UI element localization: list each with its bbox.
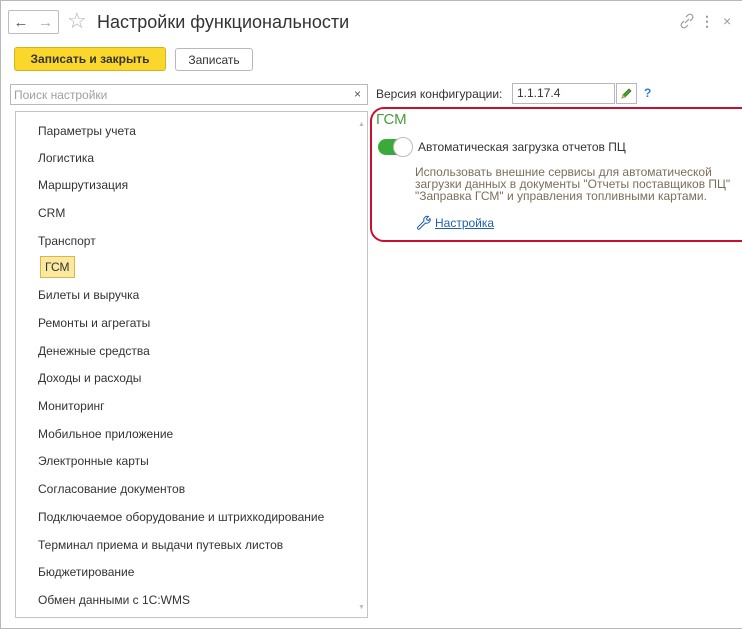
- page-title: Настройки функциональности: [97, 12, 350, 32]
- edit-version-button[interactable]: [616, 83, 637, 104]
- list-item[interactable]: Ремонты и агрегаты: [38, 313, 150, 333]
- search-input[interactable]: [11, 85, 341, 104]
- section-title: ГСМ: [376, 111, 407, 128]
- pencil-icon: [621, 88, 632, 99]
- title-bar: ← → ☆ Настройки функциональности ⋮ ×: [1, 1, 742, 41]
- clear-icon[interactable]: ×: [354, 87, 361, 101]
- list-item[interactable]: Обмен данными с 1С:WMS: [38, 590, 190, 610]
- list-item[interactable]: Параметры учета: [38, 121, 136, 141]
- section-description: Использовать внешние сервисы для автомат…: [415, 166, 742, 202]
- config-version-label: Версия конфигурации:: [376, 87, 503, 101]
- back-button[interactable]: ←: [8, 10, 34, 34]
- settings-list[interactable]: ▲ Параметры учета Логистика Маршрутизаци…: [15, 111, 368, 618]
- arrow-right-icon: →: [38, 13, 53, 31]
- link-icon[interactable]: [679, 13, 695, 32]
- list-item[interactable]: Логистика: [38, 148, 94, 168]
- list-item[interactable]: Мобильное приложение: [38, 424, 173, 444]
- list-item[interactable]: Маршрутизация: [38, 175, 128, 195]
- wrench-icon: [417, 215, 431, 230]
- list-item-selected[interactable]: ГСМ: [40, 256, 75, 278]
- auto-load-toggle-label[interactable]: Автоматическая загрузка отчетов ПЦ: [418, 140, 626, 154]
- setup-link[interactable]: Настройка: [435, 216, 494, 230]
- save-button[interactable]: Записать: [175, 48, 253, 71]
- scroll-up-icon[interactable]: ▲: [358, 121, 365, 128]
- list-item[interactable]: Электронные карты: [38, 451, 149, 471]
- description-line: "Заправка ГСМ" и управления топливными к…: [415, 189, 707, 203]
- search-box: ×: [10, 84, 368, 105]
- config-version-field[interactable]: 1.1.17.4: [512, 83, 615, 104]
- forward-button[interactable]: →: [33, 10, 59, 34]
- favorite-star-icon[interactable]: ☆: [67, 7, 87, 35]
- list-item[interactable]: Денежные средства: [38, 341, 150, 361]
- link-icon-graphic: [680, 13, 694, 29]
- settings-window: ← → ☆ Настройки функциональности ⋮ × Зап…: [0, 0, 742, 629]
- list-item[interactable]: Доходы и расходы: [38, 368, 141, 388]
- toggle-knob: [393, 137, 413, 157]
- close-icon[interactable]: ×: [723, 13, 731, 29]
- list-item[interactable]: Подключаемое оборудование и штрихкодиров…: [38, 507, 324, 527]
- auto-load-toggle[interactable]: [378, 137, 413, 157]
- list-item[interactable]: Мониторинг: [38, 396, 105, 416]
- list-item[interactable]: Бюджетирование: [38, 562, 134, 582]
- arrow-left-icon: ←: [13, 13, 29, 31]
- list-item[interactable]: Терминал приема и выдачи путевых листов: [38, 535, 283, 555]
- list-item[interactable]: Билеты и выручка: [38, 285, 139, 305]
- list-item[interactable]: Согласование документов: [38, 479, 185, 499]
- save-and-close-button[interactable]: Записать и закрыть: [14, 47, 166, 71]
- list-item[interactable]: Транспорт: [38, 231, 96, 251]
- scroll-down-icon[interactable]: ▼: [358, 604, 365, 611]
- list-item[interactable]: CRM: [38, 203, 65, 223]
- more-icon[interactable]: ⋮: [700, 13, 714, 30]
- help-link[interactable]: ?: [644, 86, 651, 100]
